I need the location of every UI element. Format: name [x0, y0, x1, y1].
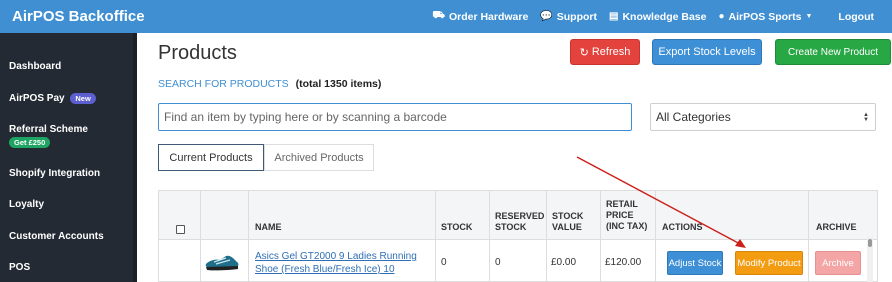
- header-stock-value[interactable]: STOCK VALUE: [552, 211, 583, 233]
- column-divider: [655, 191, 656, 282]
- sidebar-item-referral-scheme[interactable]: Referral Scheme Get £250: [9, 124, 88, 148]
- reserved-stock-cell: 0: [495, 257, 501, 268]
- user-icon: ●: [718, 11, 725, 22]
- column-divider: [489, 191, 490, 282]
- knowledge-base-link[interactable]: ▤ Knowledge Base: [609, 11, 706, 23]
- referral-badge: Get £250: [9, 137, 51, 148]
- header-line: STOCK: [495, 222, 527, 232]
- sidebar-item-pos[interactable]: POS: [9, 262, 30, 273]
- sidebar-item-dashboard[interactable]: Dashboard: [9, 61, 61, 72]
- header-stock[interactable]: STOCK: [441, 222, 472, 233]
- header-actions: ACTIONS: [662, 222, 703, 232]
- account-label: AirPOS Sports: [728, 10, 802, 23]
- chevron-down-icon: ▼: [805, 13, 813, 20]
- column-divider: [200, 191, 201, 282]
- new-badge: New: [70, 93, 96, 104]
- sidebar-item-loyalty[interactable]: Loyalty: [9, 199, 44, 210]
- category-select-value: All Categories: [656, 110, 731, 124]
- column-divider: [600, 191, 601, 282]
- refresh-icon: ↻: [579, 46, 589, 59]
- product-name-link[interactable]: Asics Gel GT2000 9 Ladies Running Shoe (…: [255, 250, 440, 276]
- header-line: VALUE: [552, 222, 582, 232]
- modify-product-button[interactable]: Modify Product: [735, 251, 803, 275]
- top-nav: ⛟ Order Hardware 💬 Support ▤ Knowledge B…: [432, 0, 892, 33]
- sidebar-item-label: AirPOS Pay: [9, 93, 65, 105]
- header-reserved-stock[interactable]: RESERVED STOCK: [495, 211, 544, 233]
- truck-icon: ⛟: [432, 10, 445, 21]
- select-arrows-icon: ▲ ▼: [863, 112, 869, 123]
- knowledge-base-label: Knowledge Base: [622, 10, 707, 23]
- category-select[interactable]: All Categories ▲ ▼: [650, 103, 876, 131]
- top-bar: AirPOS Backoffice ⛟ Order Hardware 💬 Sup…: [0, 0, 892, 33]
- select-all-checkbox[interactable]: [176, 225, 185, 234]
- app-title[interactable]: AirPOS Backoffice: [12, 8, 145, 25]
- table-divider: [159, 239, 877, 240]
- scrollbar-thumb[interactable]: [868, 239, 872, 247]
- adjust-stock-button[interactable]: Adjust Stock: [667, 251, 723, 275]
- chat-icon: 💬: [540, 11, 553, 22]
- create-new-product-button[interactable]: Create New Product: [775, 39, 891, 65]
- products-table: NAME STOCK RESERVED STOCK STOCK VALUE RE…: [158, 190, 878, 282]
- header-line: STOCK: [552, 211, 584, 221]
- sidebar-item-customer-accounts[interactable]: Customer Accounts: [9, 231, 104, 242]
- page-title: Products: [158, 42, 237, 64]
- logout-link[interactable]: Logout: [838, 11, 874, 23]
- export-stock-levels-button[interactable]: Export Stock Levels: [652, 39, 762, 65]
- header-line: RETAIL: [606, 199, 638, 209]
- tab-archived-products[interactable]: Archived Products: [264, 144, 374, 171]
- header-name[interactable]: NAME: [255, 222, 282, 233]
- product-thumbnail: [205, 255, 239, 271]
- sidebar-item-label: Referral Scheme: [9, 124, 88, 135]
- product-search-input[interactable]: [158, 103, 632, 131]
- total-items-count: (total 1350 items): [295, 78, 382, 90]
- column-divider: [808, 191, 809, 282]
- order-hardware-label: Order Hardware: [448, 10, 529, 23]
- column-divider: [546, 191, 547, 282]
- stock-cell: 0: [441, 257, 447, 268]
- column-divider: [248, 191, 249, 282]
- search-heading: SEARCH FOR PRODUCTS (total 1350 items): [158, 78, 381, 90]
- archive-button[interactable]: Archive: [815, 251, 861, 275]
- tab-current-products[interactable]: Current Products: [158, 144, 264, 171]
- header-line: RESERVED: [495, 211, 545, 221]
- header-retail-price[interactable]: RETAIL PRICE (INC TAX): [606, 199, 647, 232]
- sidebar-item-shopify-integration[interactable]: Shopify Integration: [9, 168, 100, 179]
- support-link[interactable]: 💬 Support: [540, 11, 597, 23]
- refresh-label: Refresh: [591, 46, 631, 58]
- stock-value-cell: £0.00: [551, 257, 577, 268]
- account-menu[interactable]: ● AirPOS Sports ▼: [719, 11, 813, 23]
- refresh-button[interactable]: ↻ Refresh: [570, 39, 640, 65]
- header-line: (INC TAX): [606, 221, 648, 231]
- retail-price-cell: £120.00: [605, 257, 642, 268]
- book-icon: ▤: [609, 11, 619, 22]
- main-content: Products ↻ Refresh Export Stock Levels C…: [137, 33, 892, 282]
- order-hardware-link[interactable]: ⛟ Order Hardware: [432, 10, 528, 23]
- support-label: Support: [556, 10, 598, 23]
- sidebar-item-airpos-pay[interactable]: AirPOS Pay New: [9, 93, 96, 104]
- search-for-products-link[interactable]: SEARCH FOR PRODUCTS: [158, 78, 289, 90]
- scrollbar[interactable]: [867, 237, 873, 282]
- header-line: PRICE: [606, 210, 634, 220]
- header-archive: ARCHIVE: [816, 222, 857, 232]
